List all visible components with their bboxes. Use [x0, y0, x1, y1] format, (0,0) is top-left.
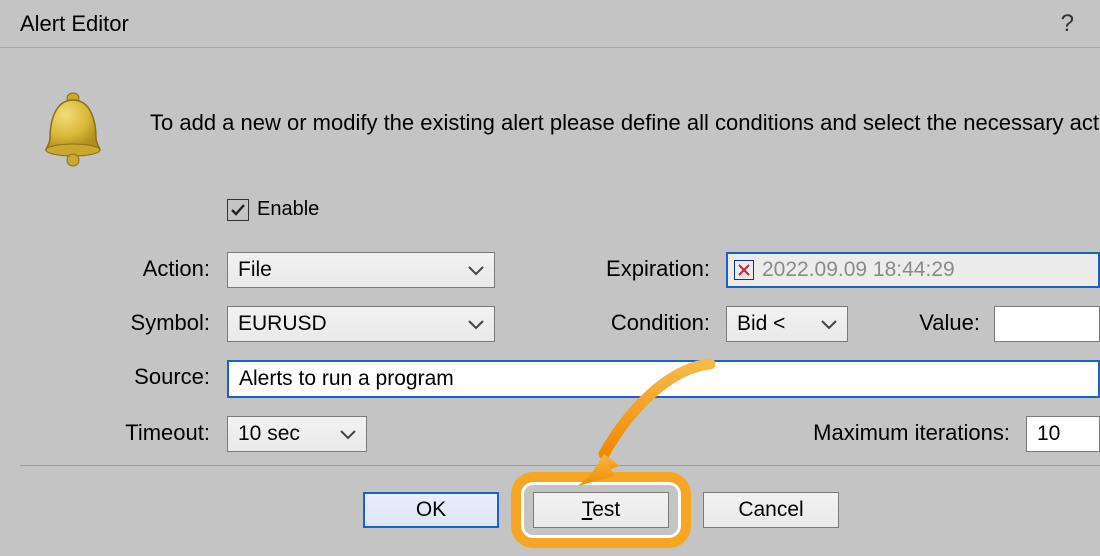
timeout-combobox[interactable]: 10 sec	[227, 416, 367, 452]
enable-label: Enable	[257, 198, 319, 221]
symbol-label: Symbol:	[120, 310, 210, 336]
check-icon	[227, 199, 249, 221]
expiration-label: Expiration:	[580, 256, 710, 282]
source-label: Source:	[120, 364, 210, 390]
action-label: Action:	[120, 256, 210, 282]
chevron-down-icon	[821, 312, 837, 336]
chevron-down-icon	[468, 258, 484, 282]
separator	[20, 465, 1100, 466]
expiration-value: 2022.09.09 18:44:29	[762, 258, 955, 282]
clear-icon[interactable]	[734, 260, 754, 280]
ok-label: OK	[416, 498, 446, 522]
max-iterations-input[interactable]: 10	[1026, 416, 1100, 452]
dialog-body: To add a new or modify the existing aler…	[0, 48, 1100, 556]
test-label: Test	[582, 498, 621, 522]
window-title: Alert Editor	[20, 11, 129, 37]
symbol-value: EURUSD	[238, 312, 327, 336]
timeout-label: Timeout:	[100, 420, 210, 446]
symbol-combobox[interactable]: EURUSD	[227, 306, 495, 342]
source-input[interactable]: Alerts to run a program	[227, 360, 1100, 398]
max-iterations-label: Maximum iterations:	[780, 420, 1010, 446]
value-input[interactable]	[994, 306, 1100, 342]
source-value: Alerts to run a program	[239, 367, 454, 391]
intro-text: To add a new or modify the existing aler…	[150, 110, 1100, 136]
action-combobox[interactable]: File	[227, 252, 495, 288]
condition-label: Condition:	[580, 310, 710, 336]
condition-value: Bid <	[737, 312, 785, 336]
max-iterations-value: 10	[1037, 422, 1060, 446]
value-label: Value:	[900, 310, 980, 336]
condition-combobox[interactable]: Bid <	[726, 306, 848, 342]
titlebar: Alert Editor ?	[0, 0, 1100, 48]
cancel-label: Cancel	[738, 498, 803, 522]
cancel-button[interactable]: Cancel	[703, 492, 839, 528]
chevron-down-icon	[340, 422, 356, 446]
bell-icon	[38, 90, 108, 176]
chevron-down-icon	[468, 312, 484, 336]
test-button[interactable]: Test	[533, 492, 669, 528]
help-button[interactable]: ?	[1055, 10, 1080, 38]
action-value: File	[238, 258, 272, 282]
expiration-field[interactable]: 2022.09.09 18:44:29	[726, 252, 1100, 288]
timeout-value: 10 sec	[238, 422, 300, 446]
enable-checkbox[interactable]: Enable	[227, 198, 319, 221]
ok-button[interactable]: OK	[363, 492, 499, 528]
